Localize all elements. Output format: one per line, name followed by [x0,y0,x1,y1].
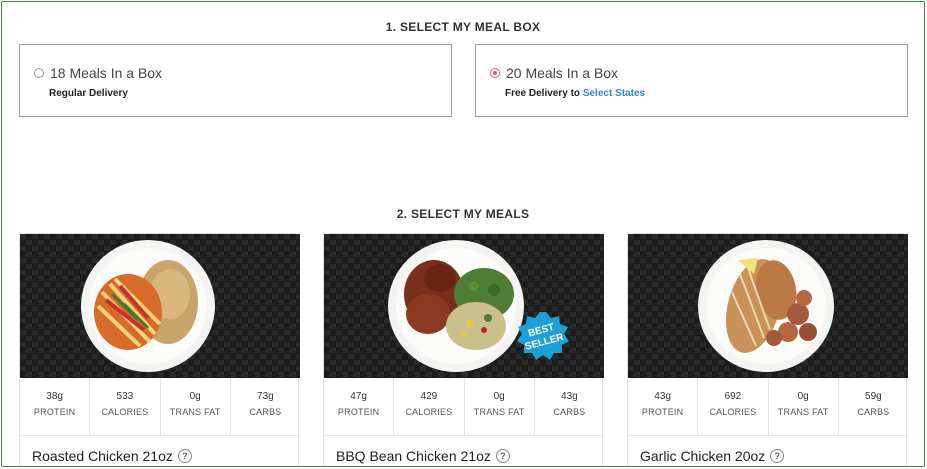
nutrition-value: 533 [116,391,134,402]
nutrition-value: 38g [46,391,63,402]
radio-button-selected[interactable] [490,68,500,78]
nutrition-trans-fat: 0g TRANS FAT [465,378,535,435]
nutrition-carbs: 43g CARBS [535,378,604,435]
meal-image[interactable]: BEST SELLER [324,234,604,378]
meal-name[interactable]: BBQ Bean Chicken 21oz [336,448,491,464]
subtitle-prefix: Free Delivery to [505,88,583,99]
step1-title: 1. SELECT MY MEAL BOX [385,20,541,34]
nutrition-value: 73g [257,391,274,402]
nutrition-label: CARBS [857,407,890,417]
meal-image[interactable] [628,234,908,378]
meal-card-bbq-bean-chicken[interactable]: BEST SELLER 47g PROTEIN 429 CALORIES 0g TRA… [323,233,604,466]
nutrition-row: 47g PROTEIN 429 CALORIES 0g TRANS FAT 43g CA… [324,378,604,436]
nutrition-value: 692 [724,391,742,402]
option-title: 18 Meals In a Box [50,65,163,81]
nutrition-value: 0g [797,391,809,402]
nutrition-label: CALORIES [709,407,757,417]
nutrition-calories: 429 CALORIES [394,378,465,435]
nutrition-protein: 47g PROTEIN [324,378,395,435]
nutrition-value: 0g [493,391,505,402]
radio-button-unselected[interactable] [34,68,44,78]
meal-image[interactable] [20,234,300,378]
meal-name-row: BBQ Bean Chicken 21oz ? [336,448,510,464]
nutrition-row: 38g PROTEIN 533 CALORIES 0g TRANS FAT 73g CA… [20,378,300,436]
meal-box-option-20[interactable]: 20 Meals In a Box Free Delivery to Selec… [475,44,908,117]
nutrition-carbs: 59g CARBS [839,378,908,435]
nutrition-protein: 43g PROTEIN [628,378,699,435]
nutrition-label: TRANS FAT [169,407,221,417]
option-subtitle: Regular Delivery [49,88,128,99]
meal-name[interactable]: Garlic Chicken 20oz [640,448,765,464]
option-title: 20 Meals In a Box [506,65,619,81]
help-icon[interactable]: ? [770,449,785,463]
nutrition-protein: 38g PROTEIN [20,378,91,435]
page-frame: 1. SELECT MY MEAL BOX 18 Meals In a Box … [1,1,925,467]
meal-card-garlic-chicken[interactable]: 43g PROTEIN 692 CALORIES 0g TRANS FAT 59g CA… [627,233,908,466]
step2-title: 2. SELECT MY MEALS [396,207,530,221]
nutrition-label: CALORIES [101,407,149,417]
meal-name[interactable]: Roasted Chicken 21oz [32,448,173,464]
nutrition-value: 59g [865,391,882,402]
option-title-row: 18 Meals In a Box [34,65,162,81]
nutrition-value: 43g [561,391,578,402]
nutrition-value: 43g [654,391,671,402]
nutrition-trans-fat: 0g TRANS FAT [769,378,839,435]
help-icon[interactable]: ? [495,449,510,463]
nutrition-trans-fat: 0g TRANS FAT [161,378,231,435]
nutrition-label: TRANS FAT [777,407,829,417]
option-title-row: 20 Meals In a Box [490,65,618,81]
option-subtitle: Free Delivery to Select States [505,88,645,99]
meal-name-row: Roasted Chicken 21oz ? [32,448,192,464]
nutrition-calories: 533 CALORIES [90,378,161,435]
nutrition-value: 0g [189,391,201,402]
nutrition-label: PROTEIN [641,407,684,417]
meal-card-roasted-chicken[interactable]: 38g PROTEIN 533 CALORIES 0g TRANS FAT 73g CA… [19,233,300,466]
help-icon[interactable]: ? [177,449,192,463]
nutrition-carbs: 73g CARBS [231,378,300,435]
nutrition-label: TRANS FAT [473,407,525,417]
meal-name-row: Garlic Chicken 20oz ? [640,448,785,464]
nutrition-label: CARBS [249,407,282,417]
nutrition-label: PROTEIN [337,407,380,417]
nutrition-calories: 692 CALORIES [698,378,769,435]
meal-box-option-18[interactable]: 18 Meals In a Box Regular Delivery [19,44,452,117]
nutrition-label: CARBS [553,407,586,417]
nutrition-value: 429 [420,391,438,402]
select-states-link[interactable]: Select States [583,88,645,99]
nutrition-row: 43g PROTEIN 692 CALORIES 0g TRANS FAT 59g CA… [628,378,908,436]
nutrition-label: PROTEIN [33,407,76,417]
nutrition-value: 47g [350,391,367,402]
nutrition-label: CALORIES [405,407,453,417]
